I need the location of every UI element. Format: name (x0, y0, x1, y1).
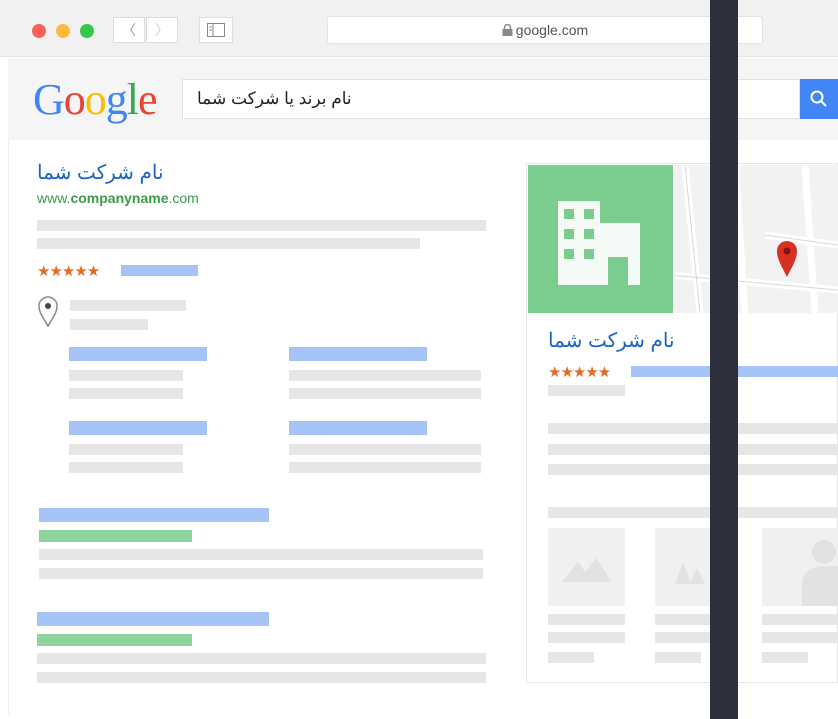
photo-thumbnail[interactable] (762, 528, 838, 606)
snippet-line (37, 653, 486, 664)
vertical-divider (710, 0, 738, 719)
sitelink-desc (289, 444, 481, 455)
snippet-line (37, 238, 420, 249)
chevron-left-icon: 〈 (122, 22, 136, 38)
sitelink[interactable] (289, 347, 427, 361)
panel-star-rating: ★★★★★ (548, 364, 611, 381)
logo-letter: g (105, 75, 128, 124)
sitelink-desc (289, 388, 481, 399)
address-line (70, 300, 186, 311)
thumb-caption (762, 614, 838, 625)
url-suffix: .com (168, 190, 199, 206)
search-button[interactable] (800, 79, 838, 119)
forward-button[interactable]: 〉 (146, 17, 178, 43)
snippet-line (39, 549, 483, 560)
photo-thumbnail[interactable] (655, 528, 713, 606)
result-title[interactable]: نام شرکت شما (37, 160, 164, 185)
url-text: google.com (515, 22, 589, 38)
thumb-caption (548, 632, 625, 643)
map-preview[interactable] (675, 165, 838, 313)
panel-line (548, 464, 838, 475)
result-title-link[interactable] (39, 508, 269, 522)
building-icon (558, 201, 640, 285)
chevron-right-icon: 〉 (155, 22, 169, 38)
panel-title: نام شرکت شما (548, 330, 675, 352)
person-image-icon (802, 540, 838, 606)
sitelink-desc (69, 462, 183, 473)
sitelink[interactable] (289, 421, 427, 435)
snippet-line (37, 220, 486, 231)
thumb-caption (655, 614, 713, 625)
trees-image-icon (675, 562, 705, 584)
logo-letter: G (33, 75, 65, 124)
lock-icon (502, 23, 513, 36)
search-input[interactable]: نام برند یا شرکت شما (182, 79, 800, 119)
search-icon (810, 90, 827, 107)
snippet-line (39, 568, 483, 579)
logo-letter: l (126, 75, 139, 124)
mountains-image-icon (562, 558, 612, 582)
result-url-line (39, 530, 192, 542)
result-url-line (37, 634, 192, 646)
result-url[interactable]: www.companyname.com (37, 190, 199, 206)
logo-letter: o (63, 75, 86, 124)
panel-line (548, 507, 838, 518)
panel-line (548, 423, 838, 434)
map-roads (675, 165, 838, 313)
close-window-button[interactable] (32, 24, 46, 38)
panel-line (548, 444, 838, 455)
zoom-window-button[interactable] (80, 24, 94, 38)
minimize-window-button[interactable] (56, 24, 70, 38)
sitelink-desc (69, 370, 183, 381)
google-logo[interactable]: Google (33, 74, 158, 125)
map-marker-icon (777, 241, 797, 277)
map-pin-icon (38, 296, 58, 328)
address-line (70, 319, 148, 330)
sitelink[interactable] (69, 421, 207, 435)
back-button[interactable]: 〈 (113, 17, 145, 43)
snippet-line (37, 672, 486, 683)
photo-thumbnail[interactable] (548, 528, 625, 606)
thumb-caption (655, 652, 701, 663)
sitelink-desc (69, 444, 183, 455)
page-left-border (8, 140, 9, 715)
logo-letter: o (84, 75, 107, 124)
sidebar-toggle-button[interactable] (199, 17, 233, 43)
thumb-caption (548, 614, 625, 625)
url-prefix: www. (37, 190, 71, 206)
thumb-caption (655, 632, 713, 643)
logo-letter: e (138, 75, 158, 124)
reviews-link[interactable] (121, 265, 198, 276)
url-domain: companyname (70, 190, 169, 206)
sitelink-desc (289, 370, 481, 381)
thumb-caption (762, 632, 838, 643)
sitelink[interactable] (69, 347, 207, 361)
address-bar[interactable]: google.com (327, 16, 763, 44)
business-photo[interactable] (528, 165, 673, 313)
sitelink-desc (289, 462, 481, 473)
panel-line (548, 385, 625, 396)
thumb-caption (762, 652, 808, 663)
thumb-caption (548, 652, 594, 663)
sitelink-desc (69, 388, 183, 399)
sidebar-icon (207, 23, 225, 37)
result-title-link[interactable] (37, 612, 269, 626)
result-star-rating: ★★★★★ (37, 263, 100, 280)
